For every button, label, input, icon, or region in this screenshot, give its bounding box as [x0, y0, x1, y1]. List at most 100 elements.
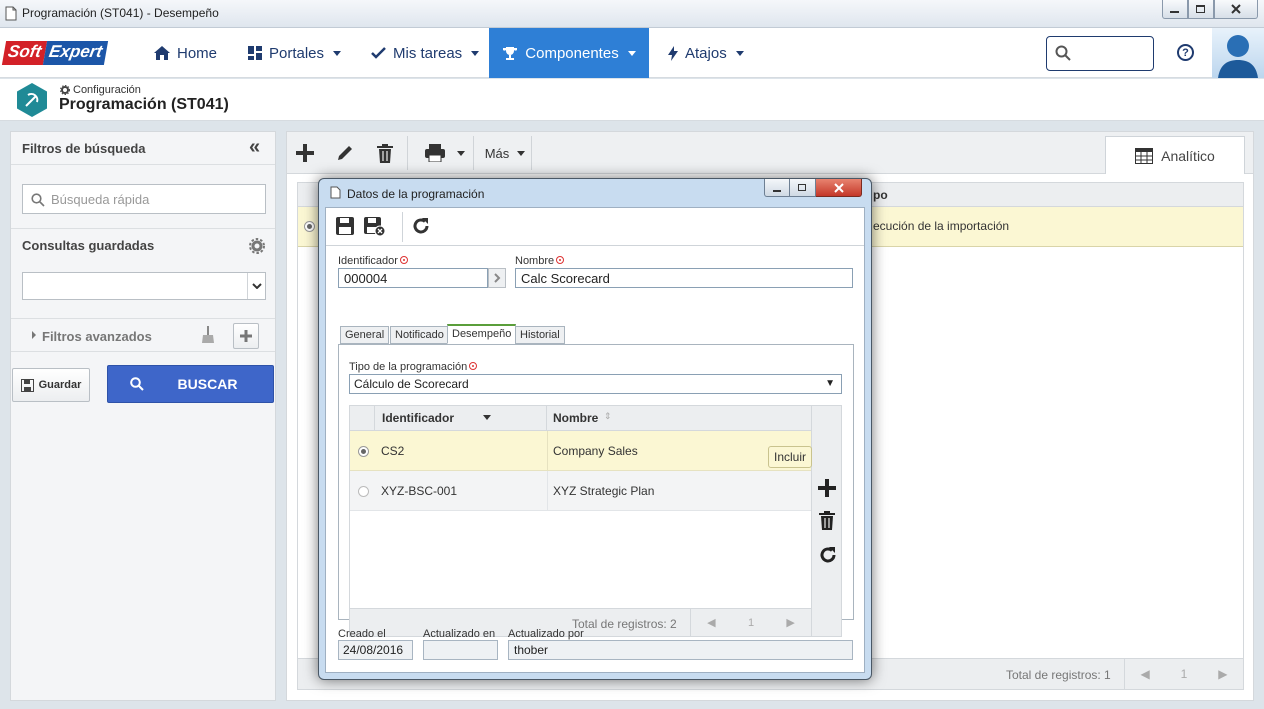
row-radio[interactable] — [358, 446, 369, 457]
grid-header-type: po — [873, 188, 888, 202]
save-button[interactable]: Guardar — [12, 368, 90, 402]
trash-icon — [377, 143, 393, 163]
nav-atajos-label: Atajos — [685, 44, 727, 62]
breadcrumb[interactable]: Configuración — [60, 84, 141, 96]
window-titlebar: Programación (ST041) - Desempeño — [0, 0, 1264, 28]
tab-desempeno[interactable]: Desempeño — [447, 324, 517, 344]
scorecard-grid: Identificador Nombre ⇕ CS2 Company Sales — [349, 405, 842, 637]
dialog-body: Identificador 000004 Nombre Calc Scoreca… — [325, 207, 865, 673]
add-filter-button[interactable] — [233, 323, 259, 349]
nav-mis-tareas[interactable]: Mis tareas — [371, 28, 480, 78]
next-page-icon[interactable]: ▶ — [1218, 667, 1227, 681]
config-hex-icon — [16, 83, 48, 117]
table-icon — [1135, 147, 1154, 164]
column-nombre[interactable]: Nombre ⇕ — [547, 406, 811, 431]
nombre-label: Nombre — [515, 255, 565, 267]
add-button[interactable] — [293, 138, 317, 168]
quick-search-input[interactable]: Búsqueda rápida — [22, 184, 266, 214]
softexpert-logo[interactable]: Soft Expert — [1, 41, 130, 65]
identificador-field[interactable]: 000004 — [338, 268, 488, 288]
row-radio[interactable] — [358, 486, 369, 497]
chevron-right-icon — [32, 331, 36, 339]
nav-home[interactable]: Home — [154, 28, 217, 78]
tab-general-label: General — [345, 329, 385, 341]
page-number[interactable]: 1 — [1181, 667, 1188, 681]
breadcrumb-label: Configuración — [73, 84, 141, 96]
tab-analitico[interactable]: Analítico — [1105, 136, 1245, 174]
dialog-title: Datos de la programación — [347, 187, 485, 201]
close-button[interactable] — [1214, 0, 1258, 19]
nav-portales[interactable]: Portales — [248, 28, 342, 78]
search-button[interactable]: BUSCAR — [107, 365, 274, 403]
tab-general[interactable]: General — [340, 326, 390, 344]
edit-button[interactable] — [333, 138, 357, 168]
save-button-label: Guardar — [38, 379, 82, 391]
page-number[interactable]: 1 — [748, 617, 754, 629]
nav-portales-label: Portales — [269, 44, 325, 62]
filters-title: Filtros de búsqueda — [22, 141, 146, 156]
plus-icon — [296, 144, 314, 162]
refresh-icon[interactable] — [411, 216, 431, 236]
dialog-minimize-button[interactable] — [764, 179, 790, 197]
tab-notificado[interactable]: Notificado — [390, 326, 449, 344]
row-radio[interactable] — [304, 221, 315, 232]
more-button[interactable]: Más — [483, 138, 527, 168]
updated-label: Actualizado en — [423, 628, 496, 640]
nav-atajos[interactable]: Atajos — [668, 28, 744, 78]
advanced-filters-row[interactable]: Filtros avanzados — [11, 318, 275, 352]
table-row[interactable]: CS2 Company Sales — [350, 431, 811, 471]
updated-by-value: thober — [514, 643, 549, 657]
top-nav: Soft Expert Home Portales Mis tareas Com… — [0, 28, 1264, 78]
saved-queries-select[interactable] — [22, 272, 266, 300]
dialog-window-controls — [764, 179, 862, 197]
refresh-icon[interactable] — [818, 545, 838, 565]
avatar[interactable] — [1212, 28, 1264, 78]
filters-header: Filtros de búsqueda « — [11, 132, 275, 165]
main-toolbar: Más Analítico — [287, 132, 1253, 174]
prev-page-icon[interactable]: ◀ — [1140, 667, 1149, 681]
maximize-button[interactable] — [1188, 0, 1214, 19]
delete-button[interactable] — [373, 138, 397, 168]
document-icon — [5, 6, 17, 21]
tab-historial[interactable]: Historial — [515, 326, 565, 344]
logo-soft: Soft — [1, 41, 48, 65]
dialog-close-button[interactable] — [816, 179, 862, 197]
nombre-field[interactable]: Calc Scorecard — [515, 268, 853, 288]
quick-search-placeholder: Búsqueda rápida — [51, 192, 150, 207]
plus-icon[interactable] — [818, 479, 836, 497]
print-button[interactable] — [421, 138, 469, 168]
tab-notificado-label: Notificado — [395, 329, 444, 341]
pager: ◀ 1 ▶ — [690, 609, 811, 636]
row-identificador: XYZ-BSC-001 — [381, 484, 458, 498]
column-identificador[interactable]: Identificador — [374, 406, 547, 431]
tipo-select[interactable]: Cálculo de Scorecard ▼ — [349, 374, 842, 394]
save-close-icon[interactable] — [364, 217, 386, 237]
gear-icon[interactable] — [249, 238, 265, 254]
row-nombre: XYZ Strategic Plan — [553, 484, 655, 498]
collapse-icon[interactable]: « — [249, 136, 260, 159]
trash-icon[interactable] — [819, 511, 835, 530]
include-tooltip: Incluir — [768, 446, 813, 468]
updated-field — [423, 640, 498, 660]
next-page-icon[interactable]: ▶ — [786, 616, 794, 629]
next-id-button[interactable] — [488, 268, 506, 288]
pager: ◀ 1 ▶ — [1124, 659, 1243, 689]
pencil-icon — [338, 146, 352, 160]
broom-icon[interactable] — [201, 326, 215, 344]
prev-page-icon[interactable]: ◀ — [707, 616, 715, 629]
updated-by-label: Actualizado por — [508, 628, 584, 640]
help-button[interactable]: ? — [1177, 44, 1194, 61]
nav-home-label: Home — [177, 44, 218, 62]
trophy-icon — [503, 46, 518, 60]
search-icon — [129, 377, 144, 391]
saved-queries-label: Consultas guardadas — [22, 238, 155, 253]
minimize-button[interactable] — [1162, 0, 1188, 19]
gear-icon — [60, 85, 70, 95]
dialog-maximize-button[interactable] — [790, 179, 816, 197]
help-icon: ? — [1182, 46, 1189, 59]
global-search-input[interactable] — [1046, 36, 1154, 71]
scorecard-grid-total: Total de registros: 2 — [572, 617, 677, 631]
save-icon[interactable] — [336, 217, 354, 235]
nav-componentes[interactable]: Componentes — [489, 28, 649, 78]
table-row[interactable]: XYZ-BSC-001 XYZ Strategic Plan — [350, 471, 811, 511]
